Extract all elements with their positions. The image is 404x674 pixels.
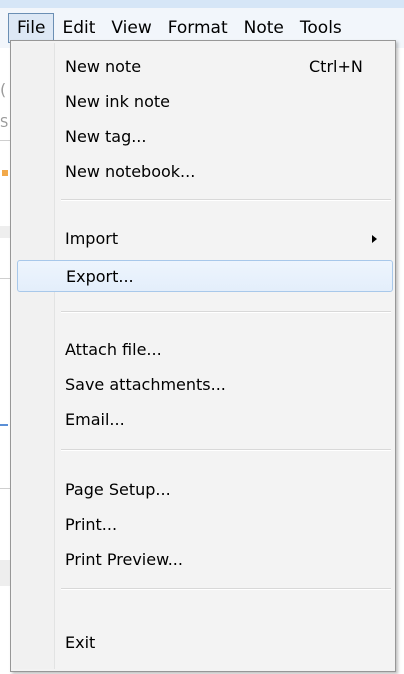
menu-item-shortcut: Ctrl+N [309, 57, 363, 76]
submenu-arrow-icon [372, 235, 377, 243]
window-title-strip [0, 0, 404, 8]
background-glyph: ( [0, 80, 7, 99]
menu-item-new-ink-note[interactable]: New ink note [15, 86, 391, 118]
menu-item-page-setup[interactable]: Page Setup... [15, 474, 391, 506]
menu-item-print[interactable]: Print... [15, 509, 391, 541]
menu-edit[interactable]: Edit [54, 13, 103, 43]
menu-separator [61, 311, 391, 313]
menu-item-label: Exit [65, 633, 96, 652]
menu-item-label: New ink note [65, 92, 170, 111]
menu-item-new-note[interactable]: New note Ctrl+N [15, 51, 391, 83]
menu-item-label: Save attachments... [65, 375, 226, 394]
menu-item-label: New tag... [65, 127, 147, 146]
menu-view[interactable]: View [103, 13, 159, 43]
menu-item-new-tag[interactable]: New tag... [15, 121, 391, 153]
screen: File Edit View Format Note Tools ( S New… [0, 0, 404, 674]
menu-note[interactable]: Note [236, 13, 292, 43]
menu-format[interactable]: Format [160, 13, 236, 43]
background-glyph: S [0, 116, 9, 131]
menu-item-label: New note [65, 57, 142, 76]
menu-item-label: Attach file... [65, 340, 162, 359]
menu-item-import[interactable]: Import [15, 223, 391, 255]
menu-item-label: New notebook... [65, 162, 196, 181]
menu-item-print-preview[interactable]: Print Preview... [15, 544, 391, 576]
menu-item-label: Print Preview... [65, 550, 183, 569]
file-dropdown-menu: New note Ctrl+N New ink note New tag... … [10, 40, 396, 672]
menu-item-email[interactable]: Email... [15, 404, 391, 436]
menu-item-new-notebook[interactable]: New notebook... [15, 156, 391, 188]
menu-item-label: Print... [65, 515, 118, 534]
background-marker [2, 170, 8, 176]
menu-item-label: Export... [66, 267, 134, 286]
background-marker [0, 424, 8, 426]
menu-separator [61, 449, 391, 451]
menu-tools[interactable]: Tools [292, 13, 350, 43]
menu-separator [61, 199, 391, 201]
menu-file[interactable]: File [8, 13, 55, 43]
menu-item-label: Page Setup... [65, 480, 171, 499]
menu-item-label: Email... [65, 410, 125, 429]
menu-item-exit[interactable]: Exit [15, 627, 391, 659]
menu-item-label: Import [65, 229, 119, 248]
menu-item-save-attachments[interactable]: Save attachments... [15, 369, 391, 401]
menu-item-attach-file[interactable]: Attach file... [15, 334, 391, 366]
menu-item-export[interactable]: Export... [17, 260, 393, 292]
menu-separator [61, 588, 391, 590]
